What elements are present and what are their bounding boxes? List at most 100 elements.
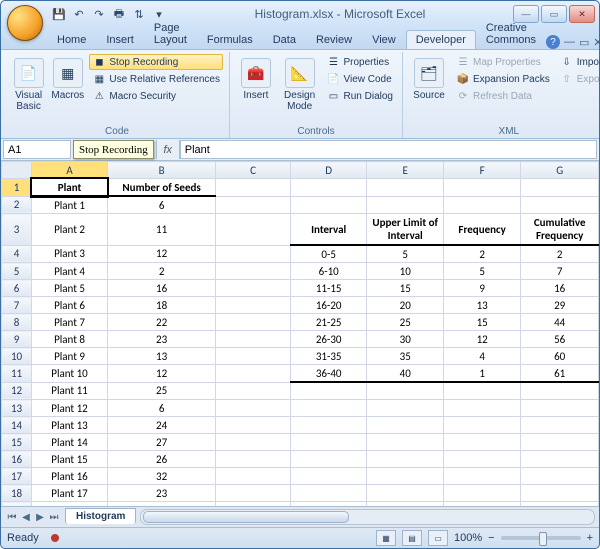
cell-G6[interactable]: 16 [521,280,599,297]
sheet-nav-next-icon[interactable]: ▶ [33,512,47,523]
cell-D6[interactable]: 11-15 [290,280,367,297]
cell-F13[interactable] [443,400,520,417]
cell-B13[interactable]: 6 [107,400,215,417]
cell-B1[interactable]: Number of Seeds [107,179,215,197]
row-header-8[interactable]: 8 [2,314,32,331]
cell-F15[interactable] [443,434,520,451]
row-header-17[interactable]: 17 [2,468,32,485]
cell-F18[interactable] [443,485,520,502]
cell-C18[interactable] [216,485,291,502]
export-button[interactable]: ⇧ Export [557,71,600,87]
row-header-4[interactable]: 4 [2,245,32,263]
visual-basic-button[interactable]: 📄 Visual Basic [11,54,46,122]
cell-C17[interactable] [216,468,291,485]
row-header-12[interactable]: 12 [2,382,32,400]
cell-D5[interactable]: 6-10 [290,263,367,280]
cell-A4[interactable]: Plant 3 [32,245,108,263]
cell-D13[interactable] [290,400,367,417]
cell-D3[interactable]: Interval [290,214,367,246]
tab-creative-commons[interactable]: Creative Commons [476,18,546,49]
cell-F7[interactable]: 13 [443,297,520,314]
cell-A3[interactable]: Plant 2 [32,214,108,246]
cell-A5[interactable]: Plant 4 [32,263,108,280]
cell-E8[interactable]: 25 [367,314,444,331]
row-header-18[interactable]: 18 [2,485,32,502]
cell-D10[interactable]: 31-35 [290,348,367,365]
cell-G5[interactable]: 7 [521,263,599,280]
cell-C16[interactable] [216,451,291,468]
cell-B7[interactable]: 18 [107,297,215,314]
row-header-10[interactable]: 10 [2,348,32,365]
row-header-5[interactable]: 5 [2,263,32,280]
expansion-packs-button[interactable]: 📦 Expansion Packs [453,71,553,87]
cell-C8[interactable] [216,314,291,331]
cell-B4[interactable]: 12 [107,245,215,263]
name-box[interactable]: A1 [3,140,71,159]
row-header-16[interactable]: 16 [2,451,32,468]
cell-C3[interactable] [216,214,291,246]
insert-controls-button[interactable]: 🧰 Insert [236,54,276,122]
cell-E10[interactable]: 35 [367,348,444,365]
view-normal-icon[interactable]: ▦ [376,530,396,546]
row-header-2[interactable]: 2 [2,196,32,214]
cell-D12[interactable] [290,382,367,400]
cell-G10[interactable]: 60 [521,348,599,365]
cell-G9[interactable]: 56 [521,331,599,348]
cell-C5[interactable] [216,263,291,280]
undo-icon[interactable]: ↶ [71,6,87,22]
cell-A1[interactable]: Plant [32,179,108,197]
cell-F4[interactable]: 2 [443,245,520,263]
cell-E1[interactable] [367,179,444,197]
zoom-out-icon[interactable]: − [488,532,494,544]
map-properties-button[interactable]: ☰ Map Properties [453,54,553,70]
import-button[interactable]: ⇩ Import [557,54,600,70]
cell-D15[interactable] [290,434,367,451]
ribbon-min-icon[interactable]: — [564,36,575,48]
cell-F2[interactable] [443,196,520,214]
cell-G7[interactable]: 29 [521,297,599,314]
cell-A13[interactable]: Plant 12 [32,400,108,417]
cell-D7[interactable]: 16-20 [290,297,367,314]
cell-B11[interactable]: 12 [107,365,215,383]
cell-B14[interactable]: 24 [107,417,215,434]
row-header-3[interactable]: 3 [2,214,32,246]
cell-F5[interactable]: 5 [443,263,520,280]
cell-E2[interactable] [367,196,444,214]
cell-G17[interactable] [521,468,599,485]
source-button[interactable]: 🗂 Source [409,54,449,122]
cell-G8[interactable]: 44 [521,314,599,331]
stop-recording-button[interactable]: ◼ Stop Recording [89,54,223,70]
cell-B5[interactable]: 2 [107,263,215,280]
cell-E4[interactable]: 5 [367,245,444,263]
cell-F17[interactable] [443,468,520,485]
cell-G3[interactable]: Cumulative Frequency [521,214,599,246]
cell-B3[interactable]: 11 [107,214,215,246]
cell-A11[interactable]: Plant 10 [32,365,108,383]
cell-A7[interactable]: Plant 6 [32,297,108,314]
inner-restore-icon[interactable]: ▭ [579,36,589,49]
save-icon[interactable]: 💾 [51,6,67,22]
cell-E11[interactable]: 40 [367,365,444,383]
cell-F11[interactable]: 1 [443,365,520,383]
zoom-in-icon[interactable]: + [587,532,593,544]
cell-C15[interactable] [216,434,291,451]
cell-E9[interactable]: 30 [367,331,444,348]
zoom-level[interactable]: 100% [454,532,482,544]
view-code-button[interactable]: 📄 View Code [324,71,396,87]
cell-C4[interactable] [216,245,291,263]
cell-G2[interactable] [521,196,599,214]
cell-E7[interactable]: 20 [367,297,444,314]
cell-D1[interactable] [290,179,367,197]
col-header-A[interactable]: A [32,162,108,179]
cell-B10[interactable]: 13 [107,348,215,365]
cell-E18[interactable] [367,485,444,502]
cell-G16[interactable] [521,451,599,468]
tab-formulas[interactable]: Formulas [197,30,263,49]
cell-F10[interactable]: 4 [443,348,520,365]
sheet-nav-first-icon[interactable]: ⏮ [5,512,19,523]
cell-A9[interactable]: Plant 8 [32,331,108,348]
cell-G11[interactable]: 61 [521,365,599,383]
cell-C2[interactable] [216,196,291,214]
macro-security-button[interactable]: ⚠ Macro Security [89,88,223,104]
row-header-7[interactable]: 7 [2,297,32,314]
